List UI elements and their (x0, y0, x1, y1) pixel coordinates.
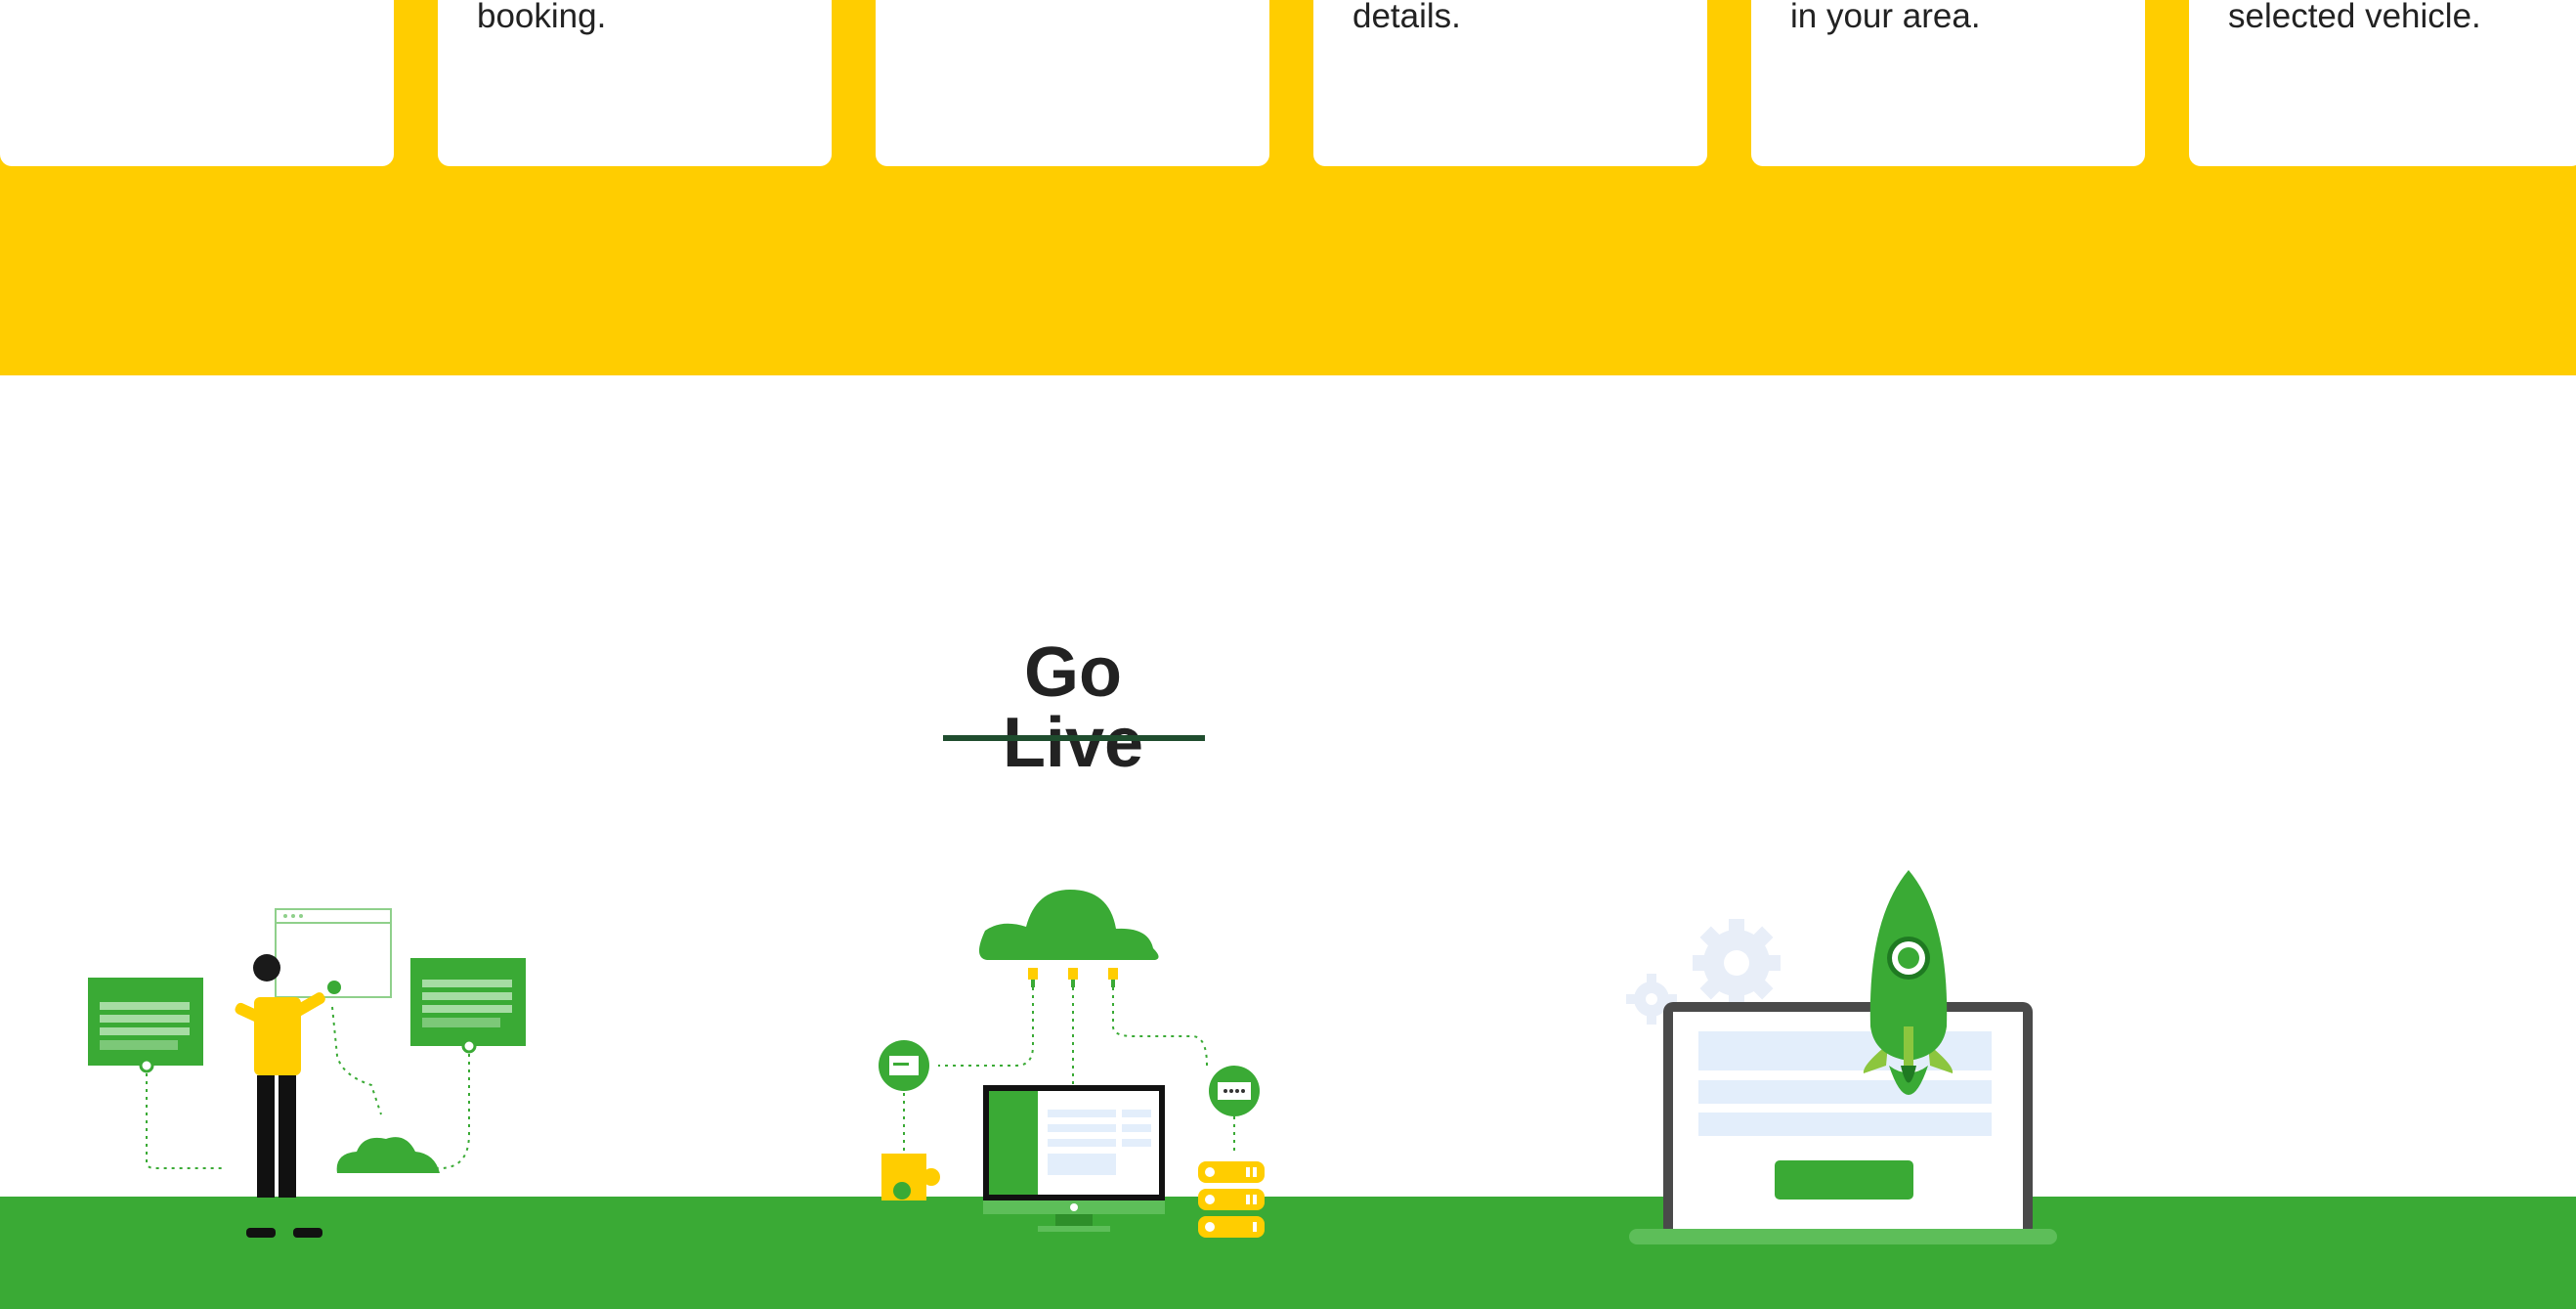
step-card-text: details. (1352, 0, 1461, 35)
step-card: booking. (438, 0, 832, 166)
step-card: selected vehicle. (2189, 0, 2576, 166)
step-card: in your area. (1751, 0, 2145, 166)
step-card (0, 0, 394, 166)
steps-band: booking. details. in your area. selected… (0, 0, 2576, 375)
step-card: details. (1313, 0, 1707, 166)
step-card (876, 0, 1269, 166)
cloud-server-illustration (879, 890, 1265, 1238)
step-card-text: in your area. (1790, 0, 1981, 35)
title-underline (943, 735, 1205, 741)
step-card-text: booking. (477, 0, 607, 35)
rocket-launch-illustration (1626, 870, 2057, 1244)
developer-illustration (88, 908, 526, 1238)
step-card-text: selected vehicle. (2228, 0, 2481, 35)
section-title: Go Live (1002, 633, 1144, 782)
